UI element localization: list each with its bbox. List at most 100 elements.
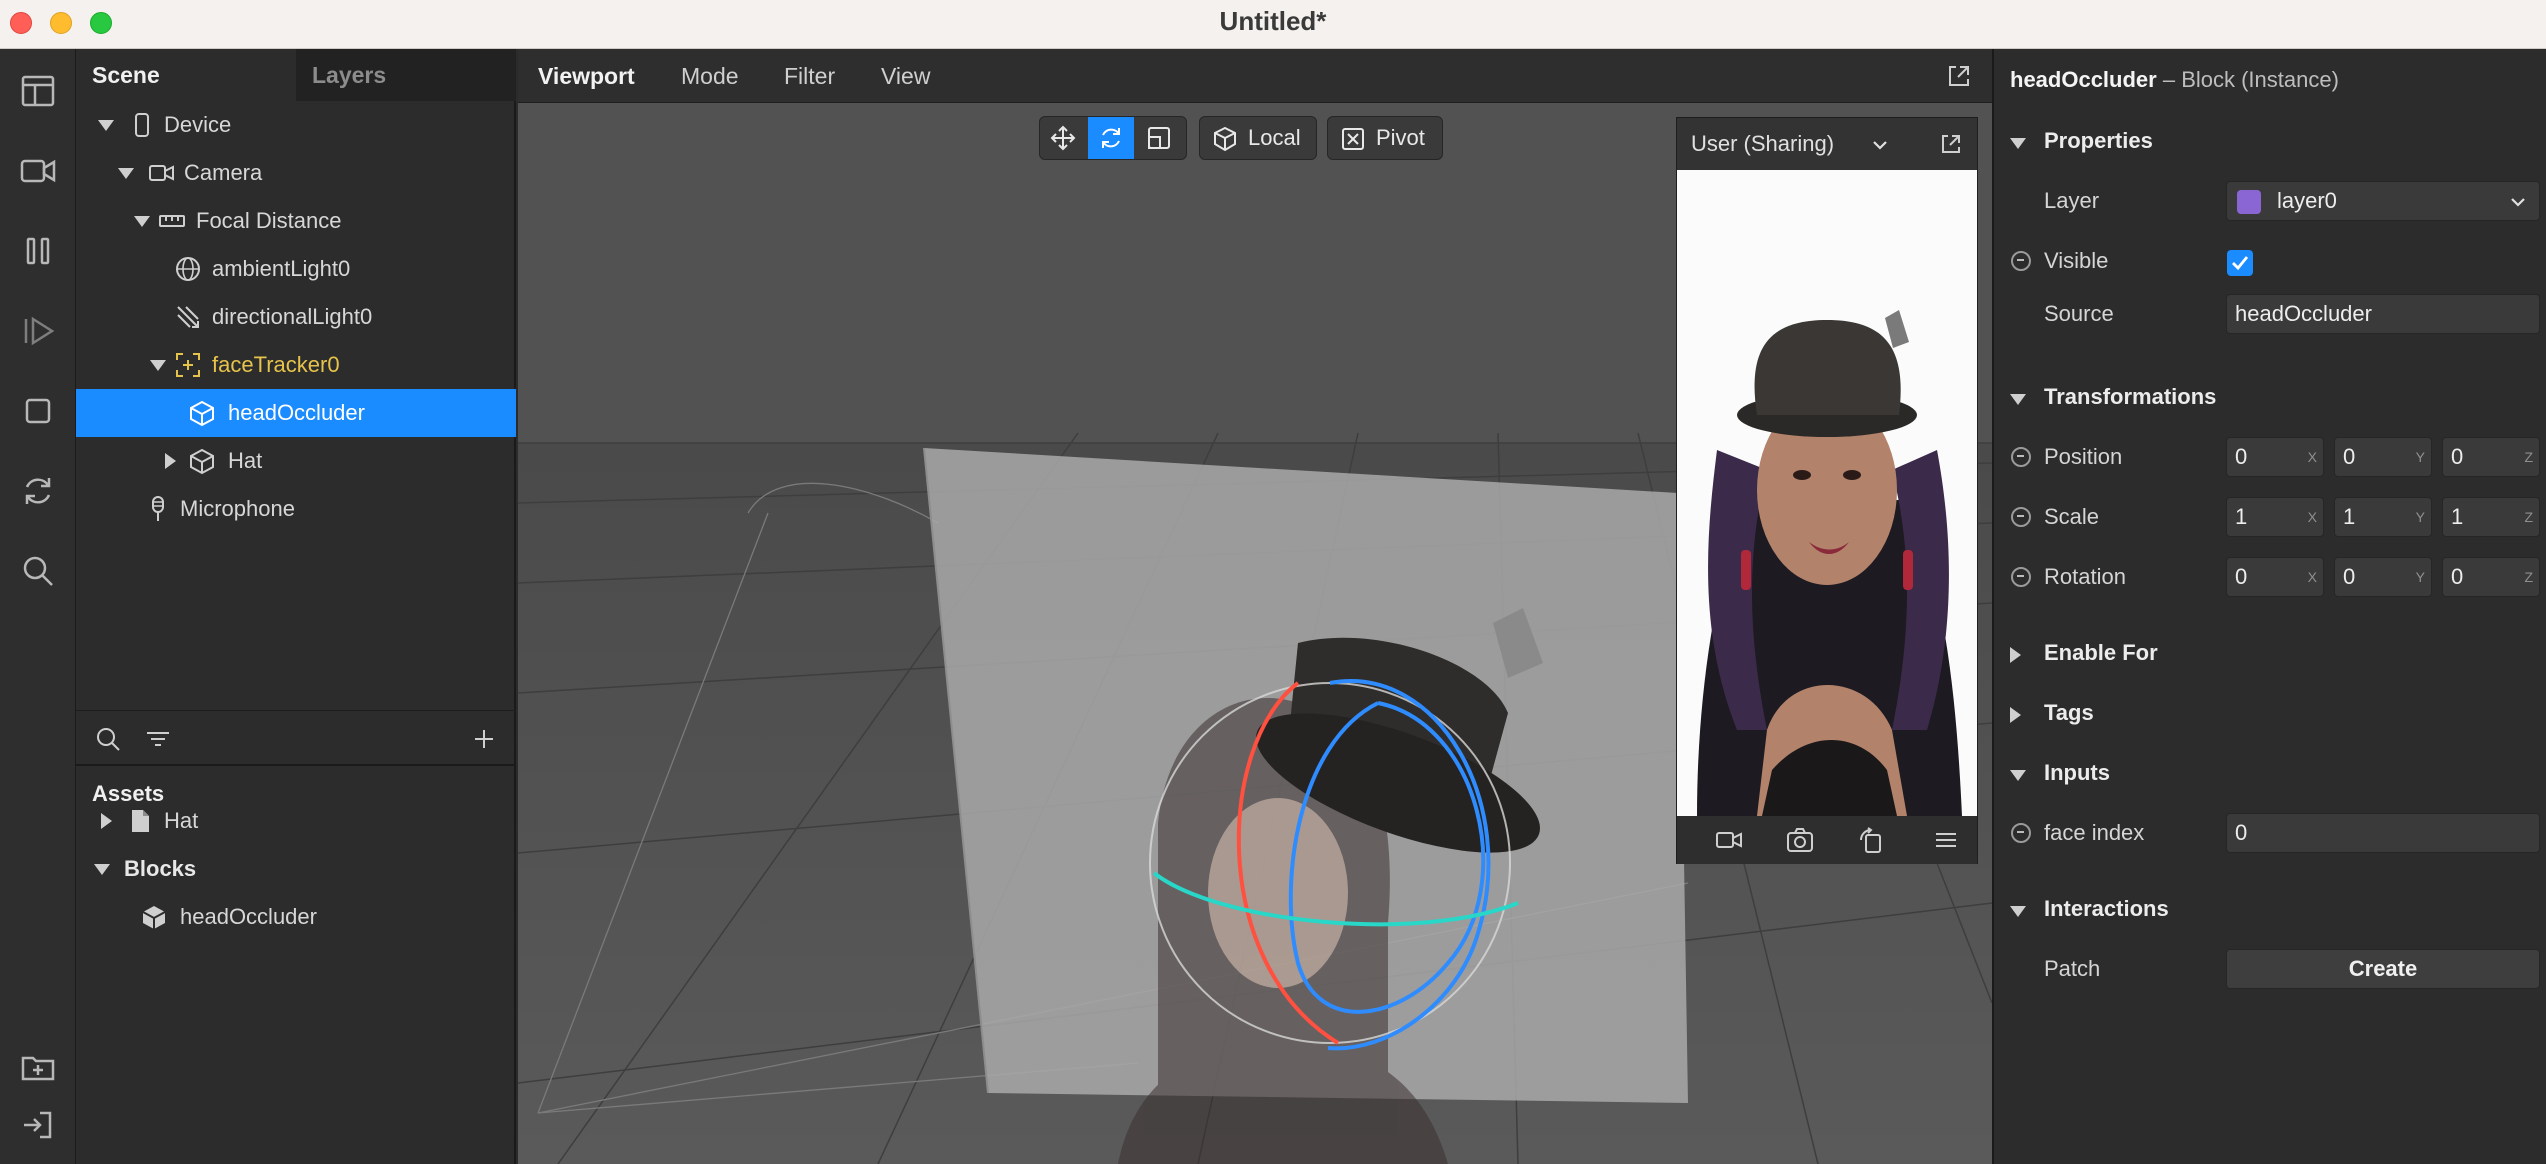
block-icon [142, 906, 166, 929]
menu-view[interactable]: View [881, 49, 930, 103]
source-field[interactable]: headOccluder [2226, 294, 2540, 334]
menu-mode[interactable]: Mode [681, 49, 739, 103]
visible-checkbox[interactable] [2226, 249, 2254, 277]
section-tags[interactable]: Tags [1994, 691, 2546, 735]
layout-icon[interactable] [16, 69, 60, 113]
asset-item-hat[interactable]: Hat [76, 797, 516, 845]
step-forward-icon[interactable] [16, 309, 60, 353]
connect-arrow-icon[interactable] [2011, 823, 2031, 843]
asset-item-label: Hat [164, 808, 199, 833]
move-tool-button[interactable] [1040, 117, 1086, 159]
position-x-field[interactable]: 0X [2226, 437, 2324, 477]
section-enable-for[interactable]: Enable For [1994, 631, 2546, 675]
connect-arrow-icon[interactable] [2011, 251, 2031, 271]
scale-x-field[interactable]: 1X [2226, 497, 2324, 537]
pop-out-icon[interactable] [1939, 132, 1963, 156]
tab-scene[interactable]: Scene [76, 49, 296, 101]
tree-item-camera[interactable]: Camera [76, 149, 516, 197]
menu-icon[interactable] [1933, 828, 1959, 852]
scale-tool-button[interactable] [1136, 117, 1182, 159]
stop-icon[interactable] [16, 389, 60, 433]
section-properties[interactable]: Properties [1994, 119, 2546, 163]
chevron-down-icon[interactable] [1871, 136, 1889, 154]
collapse-toggle[interactable] [132, 197, 152, 245]
screenshot-icon[interactable] [1785, 826, 1815, 854]
section-interactions[interactable]: Interactions [1994, 887, 2546, 931]
video-camera-icon[interactable] [1715, 828, 1743, 852]
section-title: Enable For [2044, 640, 2158, 665]
tree-item-label: Focal Distance [196, 208, 342, 233]
refresh-icon[interactable] [16, 469, 60, 513]
create-patch-button[interactable]: Create [2226, 949, 2540, 989]
prop-rotation: Rotation 0X 0Y 0Z [1994, 555, 2546, 599]
scale-z-field[interactable]: 1Z [2442, 497, 2540, 537]
tree-item-focal-distance[interactable]: Focal Distance [76, 197, 516, 245]
tree-item-label: directionalLight0 [212, 304, 373, 329]
collapse-toggle[interactable] [92, 845, 112, 893]
face-index-field[interactable]: 0 [2226, 813, 2540, 853]
rotation-z-field[interactable]: 0Z [2442, 557, 2540, 597]
tab-layers[interactable]: Layers [296, 49, 516, 101]
tab-viewport[interactable]: Viewport [538, 49, 635, 103]
collapse-toggle[interactable] [148, 341, 168, 389]
section-title: Properties [2044, 128, 2153, 153]
prop-label: face index [2044, 820, 2145, 845]
position-y-field[interactable]: 0Y [2334, 437, 2432, 477]
import-icon[interactable] [16, 1103, 60, 1147]
pivot-icon [1342, 128, 1364, 150]
local-toggle-button[interactable]: Local [1199, 116, 1317, 160]
position-z-field[interactable]: 0Z [2442, 437, 2540, 477]
section-transformations[interactable]: Transformations [1994, 375, 2546, 419]
scale-icon [1148, 127, 1170, 149]
object-type: – Block (Instance) [2162, 67, 2339, 92]
rotate-tool-button[interactable] [1088, 117, 1134, 159]
phone-icon [135, 113, 149, 137]
collapse-toggle[interactable] [96, 101, 116, 149]
tree-item-face-tracker[interactable]: faceTracker0 [76, 341, 516, 389]
asset-folder-blocks[interactable]: Blocks [76, 845, 516, 893]
add-icon[interactable] [470, 725, 498, 753]
prop-visible: Visible [1994, 239, 2546, 283]
search-icon[interactable] [94, 725, 122, 753]
connect-arrow-icon[interactable] [2011, 507, 2031, 527]
section-inputs[interactable]: Inputs [1994, 751, 2546, 795]
tool-rail [0, 49, 76, 1164]
prop-label: Layer [2044, 188, 2100, 213]
tree-item-device[interactable]: Device [76, 101, 516, 149]
viewport-panel: Viewport Mode Filter View Local Pivot Us… [518, 49, 1992, 1164]
layer-select[interactable]: layer0 [2226, 181, 2540, 221]
pause-icon[interactable] [16, 229, 60, 273]
preview-footer [1677, 816, 1977, 864]
tree-item-microphone[interactable]: Microphone [76, 485, 516, 533]
tree-item-directional-light[interactable]: directionalLight0 [76, 293, 516, 341]
tree-item-ambient-light[interactable]: ambientLight0 [76, 245, 516, 293]
prop-source: Source headOccluder [1994, 292, 2546, 336]
scale-y-field[interactable]: 1Y [2334, 497, 2432, 537]
connect-arrow-icon[interactable] [2011, 567, 2031, 587]
rotate-device-icon[interactable] [1857, 826, 1885, 854]
move-icon [1050, 125, 1076, 151]
section-title: Transformations [2044, 384, 2217, 409]
prop-label: Scale [2044, 504, 2100, 529]
tree-item-head-occluder[interactable]: headOccluder [76, 389, 516, 437]
preview-device-select[interactable]: User (Sharing) [1691, 118, 1834, 170]
menu-filter[interactable]: Filter [784, 49, 835, 103]
prop-face-index: face index 0 [1994, 811, 2546, 855]
pop-out-icon[interactable] [1946, 63, 1972, 89]
tree-item-label: Hat [228, 448, 263, 473]
expand-toggle[interactable] [96, 797, 116, 845]
filter-icon[interactable] [144, 725, 172, 753]
video-icon[interactable] [16, 149, 60, 193]
add-folder-icon[interactable] [16, 1045, 60, 1089]
connect-arrow-icon[interactable] [2011, 447, 2031, 467]
rotation-x-field[interactable]: 0X [2226, 557, 2324, 597]
search-icon[interactable] [16, 549, 60, 593]
rotation-y-field[interactable]: 0Y [2334, 557, 2432, 597]
face-tracker-icon [176, 353, 200, 377]
pivot-toggle-button[interactable]: Pivot [1327, 116, 1443, 160]
tree-item-hat[interactable]: Hat [76, 437, 516, 485]
scene-panel-footer [76, 710, 516, 766]
expand-toggle[interactable] [160, 437, 180, 485]
asset-item-head-occluder[interactable]: headOccluder [76, 893, 516, 941]
collapse-toggle[interactable] [116, 149, 136, 197]
